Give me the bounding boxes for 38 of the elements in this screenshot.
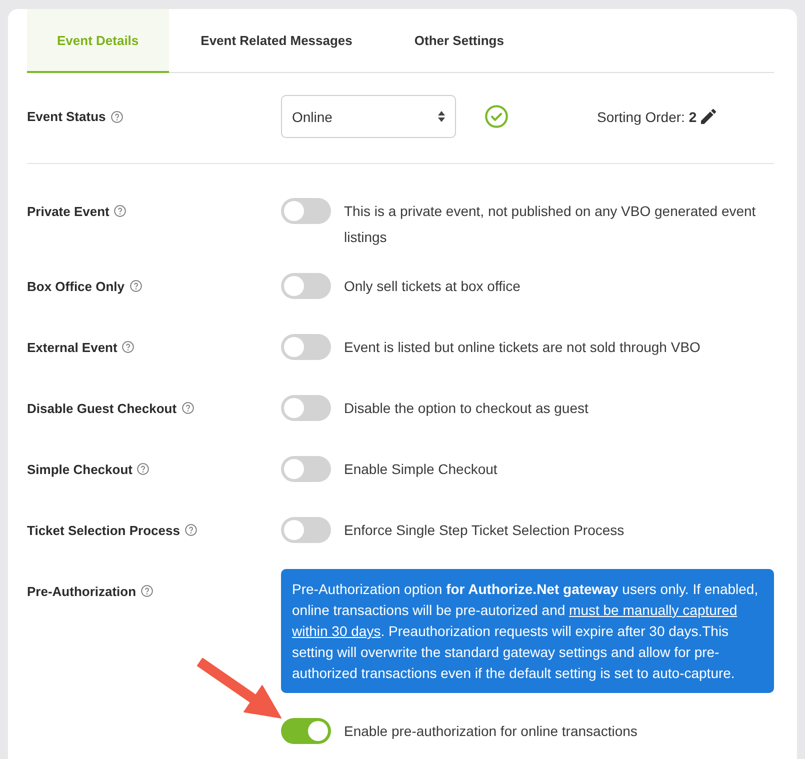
help-icon[interactable] xyxy=(130,280,142,292)
help-icon[interactable] xyxy=(184,524,197,536)
help-icon[interactable] xyxy=(114,205,126,217)
field-label: Simple Checkout xyxy=(27,462,132,476)
tab[interactable]: Other Settings xyxy=(384,9,534,73)
toggle-switch[interactable] xyxy=(281,334,331,360)
option-description: This is a private event, not published on any VBO generated event listings xyxy=(344,202,757,247)
toggle-switch[interactable] xyxy=(281,456,331,482)
status-select[interactable]: Online xyxy=(281,95,456,138)
toggle-switch[interactable] xyxy=(281,718,331,744)
field-label: Event Status xyxy=(27,109,106,124)
toggle-switch[interactable] xyxy=(281,198,331,224)
updown-caret-icon xyxy=(438,111,445,122)
option-description: Disable the option to checkout as guest xyxy=(344,399,590,418)
tab[interactable]: Event Related Messages xyxy=(170,9,382,73)
field-label: Disable Guest Checkout xyxy=(27,400,177,416)
check-circle-icon xyxy=(485,105,508,128)
pencil-icon[interactable] xyxy=(700,109,716,124)
option-description: Only sell tickets at box office xyxy=(344,277,522,296)
field-label: External Event xyxy=(27,340,118,354)
help-icon[interactable] xyxy=(122,341,134,353)
option-description: Enforce Single Step Ticket Selection Process xyxy=(344,521,626,540)
sorting-order: Sorting Order: 2 xyxy=(597,108,697,124)
help-icon[interactable] xyxy=(110,110,123,122)
toggle-switch[interactable] xyxy=(281,517,331,543)
field-label: Pre-Authorization xyxy=(27,584,136,598)
option-description: Enable Simple Checkout xyxy=(344,460,498,479)
help-icon[interactable] xyxy=(141,585,154,597)
help-icon[interactable] xyxy=(137,463,150,475)
toggle-switch[interactable] xyxy=(281,395,331,421)
field-label: Ticket Selection Process xyxy=(27,522,180,538)
help-icon[interactable] xyxy=(182,402,194,414)
info-notice: Pre-Authorization option for Authorize.Net gateway users only. If enabled, online transactions will be pre-autorized and must be manually captured within 30 days. Preauthorization requests will expire after 30 days.This setting will overwrite the standard gateway settings and allow for pre-authorized transactions even if the default setting is set to auto-capture. xyxy=(281,569,774,693)
toggle-switch[interactable] xyxy=(281,273,331,299)
field-label: Box Office Only xyxy=(27,278,125,294)
field-label: Private Event xyxy=(27,204,110,218)
option-description: Enable pre-authorization for online transactions xyxy=(344,722,638,741)
option-description: Event is listed but online tickets are not sold through VBO xyxy=(344,338,702,357)
